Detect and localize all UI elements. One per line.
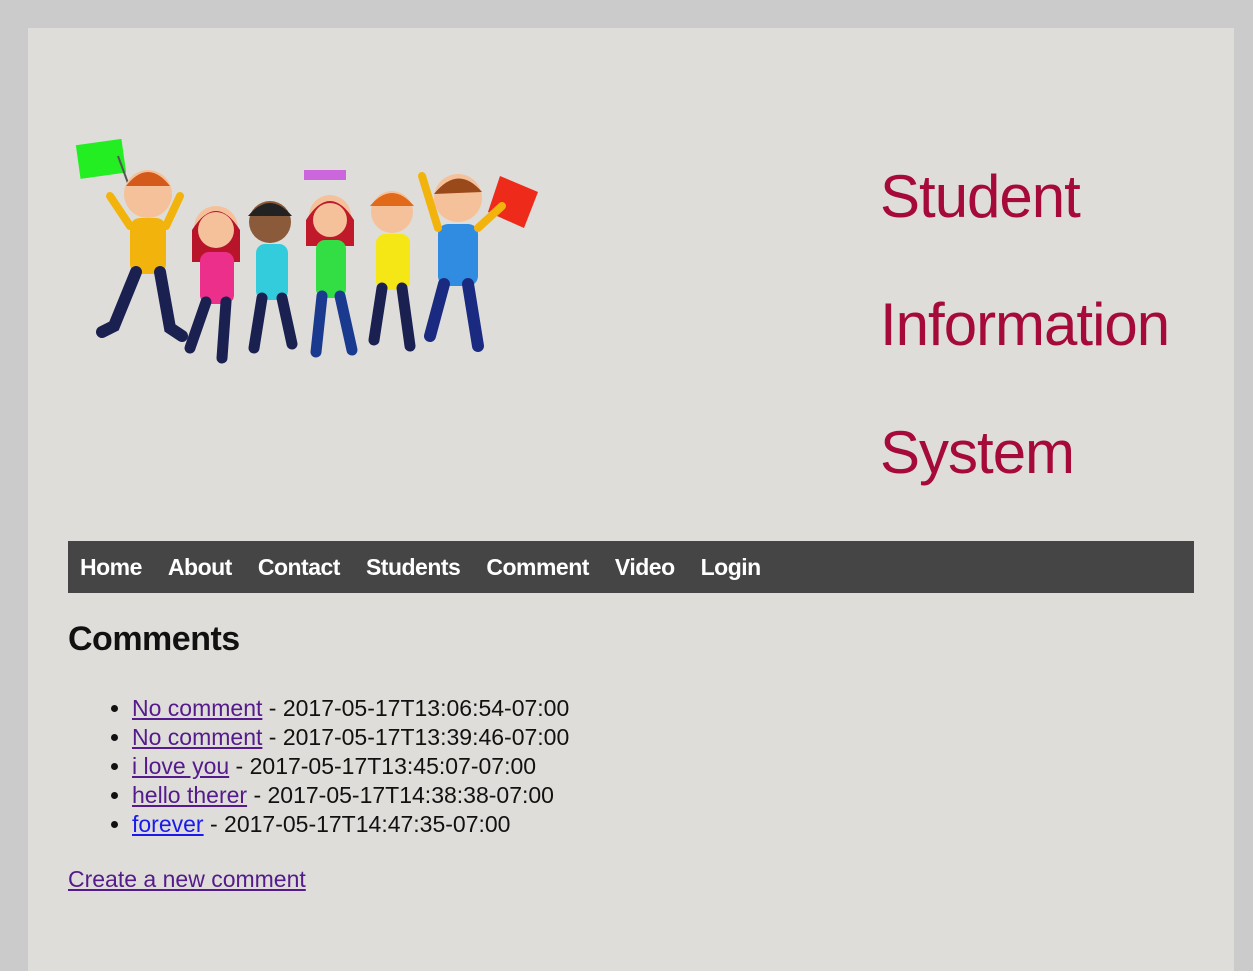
nav-students-link[interactable]: Students [366,554,461,581]
nav-contact-link[interactable]: Contact [258,554,341,581]
list-item: i love you - 2017-05-17T13:45:07-07:00 [132,752,569,781]
page: Student Information System Home About Co… [28,28,1234,971]
comment-link[interactable]: No comment [132,695,262,721]
comment-link[interactable]: No comment [132,724,262,750]
nav-home-link[interactable]: Home [80,554,142,581]
comment-list: No comment - 2017-05-17T13:06:54-07:00 N… [68,694,569,839]
nav-video-link[interactable]: Video [615,554,675,581]
comment-timestamp: - 2017-05-17T13:45:07-07:00 [229,753,537,779]
site-title-line-1: Student [880,163,1081,230]
comment-link[interactable]: i love you [132,753,229,779]
comments-heading: Comments [68,620,240,658]
list-item: No comment - 2017-05-17T13:06:54-07:00 [132,694,569,723]
comment-timestamp: - 2017-05-17T13:39:46-07:00 [262,724,570,750]
nav-about-link[interactable]: About [168,554,232,581]
comment-timestamp: - 2017-05-17T14:38:38-07:00 [247,782,554,808]
nav-login-link[interactable]: Login [701,554,762,581]
list-item: No comment - 2017-05-17T13:39:46-07:00 [132,723,569,752]
site-title-line-2: Information [880,291,1170,358]
jumping-kids-image [75,138,538,364]
create-comment-link[interactable]: Create a new comment [68,866,306,893]
site-title: Student Information System [880,133,1170,517]
main-nav: Home About Contact Students Comment Vide… [68,541,1194,593]
comment-timestamp: - 2017-05-17T14:47:35-07:00 [203,811,511,837]
comment-timestamp: - 2017-05-17T13:06:54-07:00 [262,695,570,721]
comment-link[interactable]: forever [132,811,204,837]
site-title-line-3: System [880,419,1075,486]
list-item: hello therer - 2017-05-17T14:38:38-07:00 [132,781,569,810]
comment-link[interactable]: hello therer [132,782,247,808]
list-item: forever - 2017-05-17T14:47:35-07:00 [132,810,569,839]
nav-comment-link[interactable]: Comment [486,554,589,581]
